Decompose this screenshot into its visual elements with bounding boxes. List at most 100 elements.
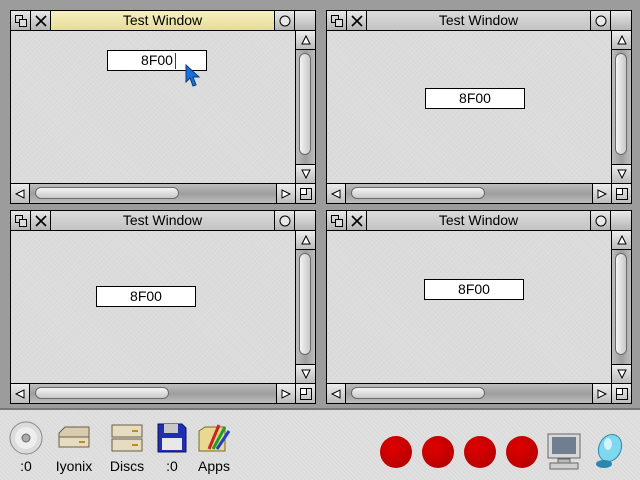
red-circle-icon[interactable] [506, 436, 538, 468]
toggle-size-button[interactable] [591, 11, 611, 30]
title-bar[interactable]: Test Window [327, 11, 631, 31]
resize-button[interactable] [295, 383, 315, 403]
resize-button[interactable] [295, 183, 315, 203]
window-title[interactable]: Test Window [367, 11, 591, 30]
scroll-down-button[interactable] [296, 164, 315, 183]
resize-button[interactable] [611, 383, 631, 403]
window-title[interactable]: Test Window [51, 211, 275, 230]
back-button[interactable] [11, 211, 31, 230]
down-arrow-icon [616, 369, 627, 379]
monitor-icon[interactable] [544, 432, 584, 475]
horizontal-scrollbar[interactable] [11, 383, 295, 403]
test-window-1[interactable]: Test Window 8F00 [10, 10, 316, 204]
up-arrow-icon [300, 235, 311, 245]
title-bar[interactable]: Test Window [327, 211, 631, 231]
iconbar-iyonix[interactable]: Iyonix [52, 420, 96, 480]
close-button[interactable] [31, 211, 51, 230]
left-arrow-icon [15, 388, 25, 399]
close-button[interactable] [31, 11, 51, 30]
scroll-up-button[interactable] [296, 31, 315, 50]
window-title[interactable]: Test Window [367, 211, 591, 230]
scroll-up-button[interactable] [612, 231, 631, 250]
down-arrow-icon [616, 169, 627, 179]
toggle-size-button[interactable] [275, 211, 295, 230]
back-icon [14, 14, 27, 27]
test-window-4[interactable]: Test Window 8F00 [326, 210, 632, 404]
iconbar-label: Apps [198, 458, 230, 474]
scroll-down-button[interactable] [296, 364, 315, 383]
vertical-scrollbar[interactable] [611, 231, 631, 383]
close-button[interactable] [347, 211, 367, 230]
down-arrow-icon [300, 369, 311, 379]
resize-button[interactable] [611, 183, 631, 203]
iconbar-discs[interactable]: Discs [105, 420, 149, 480]
vertical-scroll-thumb[interactable] [615, 53, 627, 155]
apps-icon [194, 420, 234, 456]
scroll-up-button[interactable] [296, 231, 315, 250]
hex-value-field[interactable]: 8F00 [96, 286, 196, 307]
window-title[interactable]: Test Window [51, 11, 275, 30]
back-icon [330, 214, 343, 227]
close-button[interactable] [347, 11, 367, 30]
back-button[interactable] [11, 11, 31, 30]
scroll-right-button[interactable] [276, 184, 295, 203]
hex-value-text: 8F00 [458, 281, 490, 297]
back-icon [330, 14, 343, 27]
title-bar[interactable]: Test Window [11, 11, 315, 31]
back-icon [14, 214, 27, 227]
hard-disc-icon [54, 420, 94, 456]
scroll-down-button[interactable] [612, 364, 631, 383]
vertical-scrollbar[interactable] [611, 31, 631, 183]
iconbar-apps[interactable]: Apps [192, 420, 236, 480]
horizontal-scrollbar[interactable] [327, 183, 611, 203]
acorn-icon[interactable] [592, 428, 628, 475]
red-circle-icon[interactable] [380, 436, 412, 468]
horizontal-scroll-thumb[interactable] [35, 187, 179, 199]
hex-value-field[interactable]: 8F00 [425, 88, 525, 109]
back-button[interactable] [327, 11, 347, 30]
scroll-right-button[interactable] [592, 384, 611, 403]
scroll-right-button[interactable] [276, 384, 295, 403]
scroll-up-button[interactable] [612, 31, 631, 50]
title-bar[interactable]: Test Window [11, 211, 315, 231]
scroll-left-button[interactable] [11, 384, 30, 403]
close-icon [34, 14, 47, 27]
test-window-2[interactable]: Test Window 8F00 [326, 10, 632, 204]
test-window-3[interactable]: Test Window 8F00 [10, 210, 316, 404]
horizontal-scroll-thumb[interactable] [351, 187, 485, 199]
cd-disc-icon [6, 420, 46, 456]
title-bar-corner [295, 211, 315, 230]
scroll-left-button[interactable] [327, 184, 346, 203]
window-work-area[interactable]: 8F00 [11, 231, 295, 383]
disc-drives-icon [107, 420, 147, 456]
scroll-down-button[interactable] [612, 164, 631, 183]
red-circle-icon[interactable] [422, 436, 454, 468]
scroll-left-button[interactable] [327, 384, 346, 403]
window-work-area[interactable]: 8F00 [327, 231, 611, 383]
toggle-size-icon [595, 15, 606, 26]
vertical-scroll-thumb[interactable] [299, 253, 311, 355]
scroll-left-button[interactable] [11, 184, 30, 203]
title-bar-corner [295, 11, 315, 30]
red-circle-icon[interactable] [464, 436, 496, 468]
vertical-scroll-thumb[interactable] [615, 253, 627, 355]
horizontal-scrollbar[interactable] [327, 383, 611, 403]
vertical-scrollbar[interactable] [295, 31, 315, 183]
vertical-scrollbar[interactable] [295, 231, 315, 383]
window-work-area[interactable]: 8F00 [327, 31, 611, 183]
scroll-right-button[interactable] [592, 184, 611, 203]
horizontal-scroll-thumb[interactable] [351, 387, 485, 399]
back-button[interactable] [327, 211, 347, 230]
close-icon [34, 214, 47, 227]
vertical-scroll-thumb[interactable] [299, 53, 311, 155]
hex-value-field[interactable]: 8F00 [424, 279, 524, 300]
iconbar-floppy[interactable]: :0 [150, 420, 194, 480]
window-work-area[interactable]: 8F00 [11, 31, 295, 183]
iconbar-cd-drive[interactable]: :0 [4, 420, 48, 480]
toggle-size-button[interactable] [275, 11, 295, 30]
toggle-size-button[interactable] [591, 211, 611, 230]
close-icon [350, 214, 363, 227]
toggle-size-icon [595, 215, 606, 226]
horizontal-scrollbar[interactable] [11, 183, 295, 203]
horizontal-scroll-thumb[interactable] [35, 387, 169, 399]
